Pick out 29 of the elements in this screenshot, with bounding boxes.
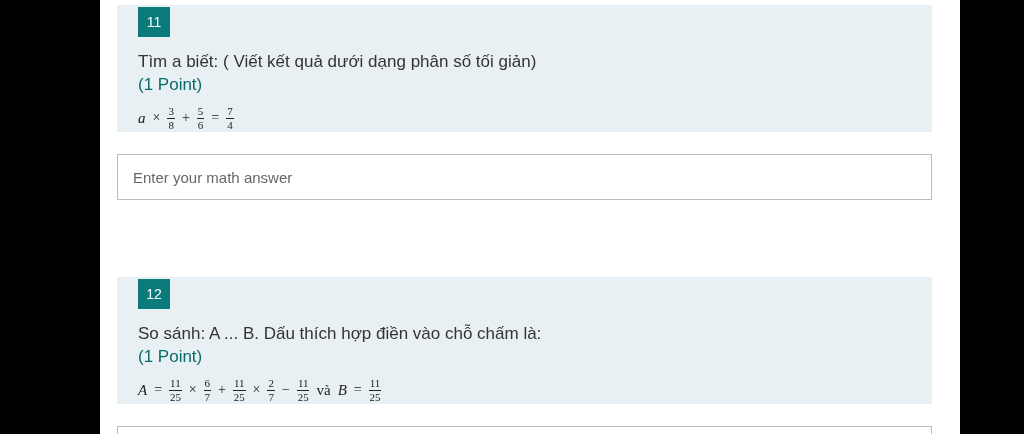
math-operator: × <box>152 110 161 126</box>
math-variable: a <box>138 109 146 127</box>
fraction: 11 25 <box>169 377 182 403</box>
math-operator: = <box>154 382 163 398</box>
points-label: (1 Point) <box>138 74 204 96</box>
fraction: 11 25 <box>368 377 382 403</box>
points-label: (1 Point) <box>138 346 204 368</box>
question-number: 12 <box>138 279 170 309</box>
question-text: So sánh: A ... B. Dấu thích hợp điền vào chỗ chấm là: <box>138 323 543 345</box>
question-number: 11 <box>138 7 170 37</box>
math-operator: = <box>353 382 362 398</box>
math-operator: − <box>282 382 290 398</box>
math-operator: × <box>188 382 197 398</box>
fraction: 3 8 <box>167 105 175 131</box>
math-operator: + <box>218 382 226 398</box>
math-word: và <box>316 381 331 399</box>
fraction: 7 4 <box>226 105 234 131</box>
math-variable: B <box>337 381 347 399</box>
fraction: 11 25 <box>296 377 310 403</box>
fraction: 6 7 <box>203 377 212 403</box>
answer-field[interactable]: Enter your math answer <box>117 154 932 200</box>
math-operator: = <box>211 110 220 126</box>
math-operator: × <box>252 382 261 398</box>
fraction: 5 6 <box>196 105 205 131</box>
question-text: Tìm a biết: ( Viết kết quả dưới dạng phân số tối giản) <box>138 51 538 73</box>
math-operator: + <box>181 110 190 126</box>
fraction: 2 7 <box>267 377 275 403</box>
fraction: 11 25 <box>233 377 246 403</box>
math-variable: A <box>138 381 148 399</box>
